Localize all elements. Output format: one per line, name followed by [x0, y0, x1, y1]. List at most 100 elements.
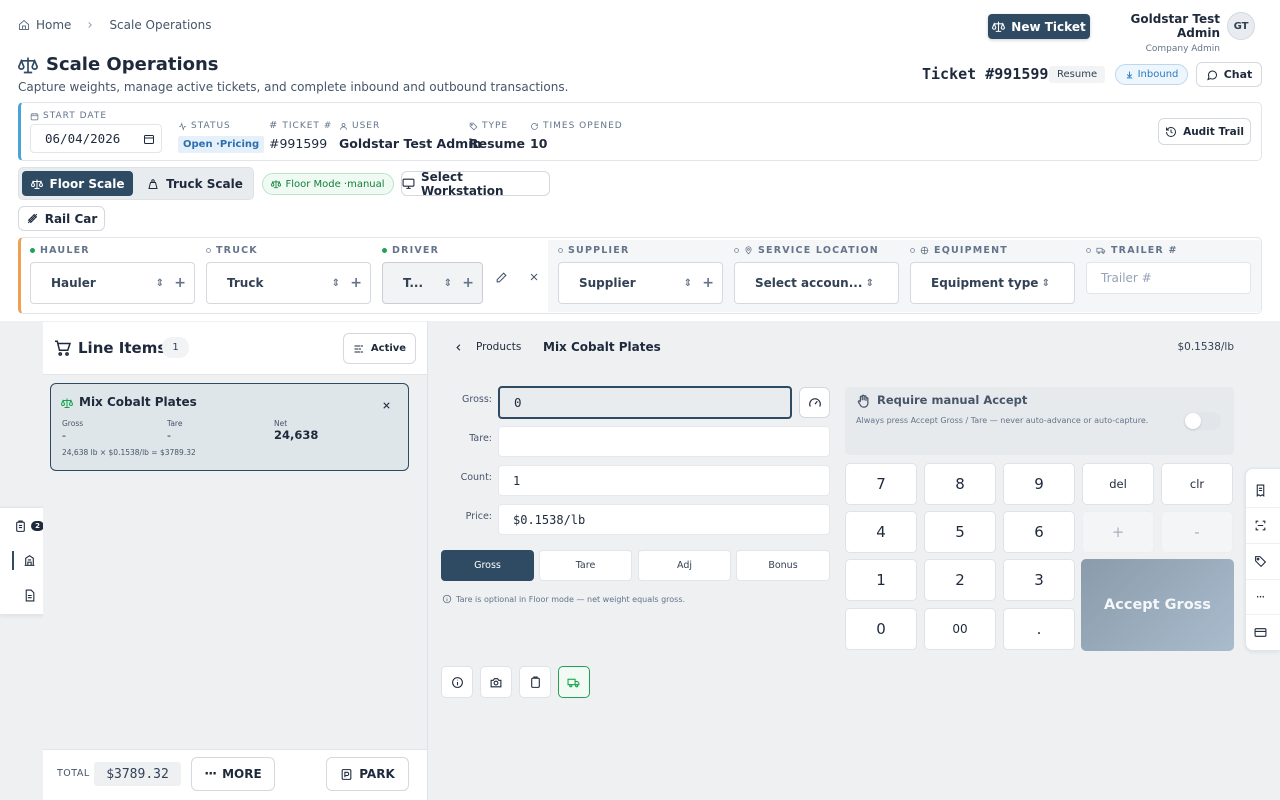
cart-icon: [53, 339, 72, 357]
camera-button[interactable]: [480, 666, 512, 698]
gross-mode-button[interactable]: Gross: [441, 550, 534, 581]
key-0[interactable]: 0: [845, 608, 917, 650]
key-plus[interactable]: +: [1082, 511, 1154, 553]
tare-input[interactable]: [498, 426, 830, 457]
scale-icon: [271, 179, 282, 189]
add-truck-icon[interactable]: +: [350, 275, 362, 291]
rail-active-indicator: [12, 551, 14, 570]
key-1[interactable]: 1: [845, 559, 917, 601]
breadcrumb-current: Scale Operations: [109, 18, 212, 32]
sort-icon: ⇕: [443, 277, 452, 289]
gross-input[interactable]: 0: [498, 386, 792, 419]
truck-button[interactable]: [558, 666, 590, 698]
hauler-label: HAULER: [30, 245, 90, 256]
user-icon: [339, 122, 348, 131]
add-supplier-icon[interactable]: +: [702, 275, 714, 291]
key-00[interactable]: 00: [924, 608, 996, 650]
service-location-select[interactable]: Select accoun... ⇕: [734, 262, 899, 304]
key-8[interactable]: 8: [924, 463, 996, 505]
new-ticket-button[interactable]: New Ticket: [988, 14, 1090, 39]
gross-input-label: Gross:: [462, 394, 492, 405]
price-input[interactable]: $0.1538/lb: [498, 504, 830, 535]
line-items-title: Line Items: [78, 339, 167, 357]
payment-rail-button[interactable]: [1248, 621, 1272, 643]
more-rail-button[interactable]: ···: [1248, 586, 1272, 608]
receipt-rail-button[interactable]: [1248, 479, 1272, 501]
tare-value: -: [167, 429, 171, 442]
back-chevron-icon[interactable]: [453, 342, 464, 353]
times-opened-value: 10: [530, 136, 548, 151]
products-back-link[interactable]: Products: [476, 341, 521, 353]
accept-gross-button[interactable]: Accept Gross: [1081, 559, 1234, 651]
edit-driver-icon[interactable]: [495, 271, 508, 284]
tare-mode-button[interactable]: Tare: [539, 550, 632, 581]
hash-icon: #: [269, 120, 279, 131]
key-5[interactable]: 5: [924, 511, 996, 553]
floor-scale-tab[interactable]: Floor Scale: [22, 171, 133, 196]
document-rail-button[interactable]: [18, 586, 40, 605]
more-button[interactable]: ··· MORE: [191, 757, 275, 791]
more-icon: ···: [204, 766, 217, 782]
service-location-label: SERVICE LOCATION: [734, 245, 879, 256]
clear-driver-icon[interactable]: [528, 271, 540, 283]
info-button[interactable]: [441, 666, 473, 698]
read-scale-button[interactable]: [799, 387, 830, 418]
card-icon: [1254, 626, 1267, 639]
rail-car-button[interactable]: Rail Car: [18, 206, 105, 231]
key-7[interactable]: 7: [845, 463, 917, 505]
adj-mode-button[interactable]: Adj: [638, 550, 731, 581]
remove-line-item-icon[interactable]: [381, 400, 392, 411]
key-2[interactable]: 2: [924, 559, 996, 601]
truck-scale-tab[interactable]: Truck Scale: [140, 171, 250, 196]
truck-select[interactable]: Truck ⇕ +: [206, 262, 371, 304]
park-button[interactable]: PARK: [326, 757, 409, 791]
select-workstation-button[interactable]: Select Workstation: [401, 170, 550, 198]
bonus-mode-button[interactable]: Bonus: [736, 550, 830, 581]
tag-icon: [469, 122, 478, 131]
trailer-icon: [1096, 246, 1106, 255]
optional-dot: [734, 248, 739, 253]
key-4[interactable]: 4: [845, 511, 917, 553]
key-del[interactable]: del: [1082, 463, 1154, 505]
inbound-badge[interactable]: Inbound: [1115, 64, 1188, 85]
key-minus[interactable]: -: [1161, 511, 1233, 553]
tag-rail-button[interactable]: [1248, 550, 1272, 572]
chat-button[interactable]: Chat: [1196, 62, 1262, 87]
ticket-number-label: # TICKET #: [269, 120, 333, 131]
supplier-select[interactable]: Supplier ⇕ +: [558, 262, 723, 304]
audit-trail-button[interactable]: Audit Trail: [1158, 118, 1251, 145]
user-label: USER: [339, 121, 380, 131]
scan-rail-button[interactable]: [1248, 514, 1272, 536]
avatar[interactable]: GT: [1227, 12, 1255, 40]
hauler-select[interactable]: Hauler ⇕ +: [30, 262, 195, 304]
scale-icon: [30, 178, 43, 190]
clipboard-button[interactable]: [519, 666, 551, 698]
key-6[interactable]: 6: [1003, 511, 1075, 553]
start-date-input[interactable]: 06/04/2026: [30, 124, 162, 153]
active-filter-button[interactable]: Active: [343, 333, 416, 364]
rail-divider: [1246, 614, 1280, 615]
count-input[interactable]: 1: [498, 465, 830, 496]
key-clr[interactable]: clr: [1161, 463, 1233, 505]
truck-icon: [567, 676, 581, 689]
scale-rail-button[interactable]: [18, 551, 40, 570]
line-item-calc: 24,638 lb × $0.1538/lb = $3789.32: [62, 448, 196, 457]
add-hauler-icon[interactable]: +: [174, 275, 186, 291]
key-9[interactable]: 9: [1003, 463, 1075, 505]
tickets-rail-button[interactable]: 2: [12, 516, 46, 536]
equipment-select[interactable]: Equipment type ⇕: [910, 262, 1075, 304]
receipt-icon: [1254, 484, 1267, 497]
optional-dot: [558, 248, 563, 253]
breadcrumb-home[interactable]: Home: [36, 18, 71, 32]
trailer-input[interactable]: Trailer #: [1086, 262, 1251, 294]
key-decimal[interactable]: .: [1003, 608, 1075, 650]
driver-label: DRIVER: [382, 245, 439, 256]
user-info: Goldstar Test Admin Company Admin: [1100, 12, 1220, 54]
calendar-picker-icon[interactable]: [143, 133, 155, 145]
manual-accept-toggle[interactable]: [1183, 412, 1221, 430]
driver-select[interactable]: T... ⇕ +: [382, 262, 483, 304]
key-3[interactable]: 3: [1003, 559, 1075, 601]
ticket-number-value: #991599: [269, 136, 328, 151]
required-dot: [382, 248, 387, 253]
add-driver-icon[interactable]: +: [462, 275, 474, 291]
